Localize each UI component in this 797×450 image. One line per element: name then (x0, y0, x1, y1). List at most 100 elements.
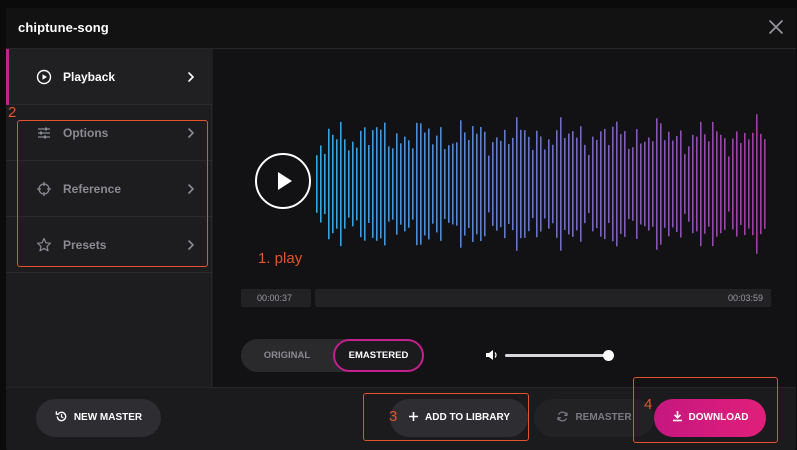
volume-icon[interactable] (485, 349, 499, 361)
download-label: DOWNLOAD (688, 412, 749, 423)
chevron-right-icon (188, 240, 195, 250)
waveform-bar (488, 155, 490, 213)
waveform-bar (600, 131, 602, 237)
waveform-bar (372, 130, 374, 238)
waveform-bar (536, 130, 538, 238)
waveform-bar (428, 128, 430, 240)
waveform-bar (492, 142, 494, 226)
waveform-bar (728, 156, 730, 212)
waveform-bar (520, 129, 522, 239)
remaster-button[interactable]: REMASTER (534, 399, 654, 437)
waveform-bar (696, 136, 698, 232)
waveform-bar (660, 123, 662, 245)
add-to-library-label: ADD TO LIBRARY (425, 412, 510, 423)
waveform-bar (584, 144, 586, 224)
waveform-bar (588, 154, 590, 214)
star-icon (36, 237, 52, 252)
waveform-bar (528, 136, 530, 232)
waveform-bar (392, 148, 394, 220)
play-circle-icon (36, 69, 52, 85)
window-title: chiptune-song (18, 20, 109, 35)
waveform-bar (680, 130, 682, 238)
waveform-bar (744, 132, 746, 236)
refresh-icon (557, 411, 568, 422)
waveform-bar (544, 149, 546, 219)
waveform-bar (752, 132, 754, 236)
volume-knob[interactable] (602, 350, 614, 361)
close-icon[interactable] (766, 17, 786, 37)
original-button[interactable]: ORIGINAL (241, 339, 333, 372)
waveform-bar (360, 130, 362, 238)
waveform[interactable] (316, 109, 769, 259)
waveform-bar (384, 122, 386, 246)
waveform-bar (460, 120, 462, 248)
waveform-bar (608, 145, 610, 223)
waveform-bar (496, 137, 498, 231)
waveform-bar (532, 149, 534, 219)
volume-fill (505, 354, 608, 357)
sidebar-item-presets[interactable]: Presets (6, 217, 212, 273)
waveform-bar (644, 141, 646, 227)
waveform-bar (720, 134, 722, 234)
chevron-right-icon (188, 184, 195, 194)
waveform-bar (748, 139, 750, 229)
waveform-bar (400, 143, 402, 225)
sidebar: Playback Options Reference Presets (6, 49, 212, 387)
waveform-bar (760, 133, 762, 235)
waveform-bar (692, 134, 694, 234)
waveform-bar (568, 133, 570, 235)
waveform-bar (508, 144, 510, 224)
waveform-bar (724, 138, 726, 230)
sliders-icon (38, 127, 50, 139)
waveform-bar (412, 148, 414, 220)
waveform-bar (732, 138, 734, 230)
waveform-bar (432, 144, 434, 224)
waveform-bar (376, 127, 378, 241)
waveform-bar (484, 131, 486, 237)
waveform-bar (640, 143, 642, 225)
play-icon (278, 172, 292, 190)
waveform-bar (448, 145, 450, 223)
waveform-bar (396, 133, 398, 235)
sidebar-item-label: Reference (63, 182, 122, 196)
history-icon (55, 411, 67, 422)
waveform-bar (704, 134, 706, 234)
sidebar-item-reference[interactable]: Reference (6, 161, 212, 217)
sidebar-item-options[interactable]: Options (6, 105, 212, 161)
waveform-bar (524, 130, 526, 238)
waveform-bar (424, 132, 426, 236)
waveform-bar (352, 141, 354, 227)
add-to-library-button[interactable]: ADD TO LIBRARY (390, 399, 528, 437)
waveform-bar (500, 140, 502, 228)
current-time: 00:00:37 (241, 289, 311, 307)
title-bar: chiptune-song (6, 8, 796, 49)
waveform-bar (740, 142, 742, 226)
waveform-bar (320, 145, 322, 223)
volume-slider[interactable] (505, 349, 617, 361)
waveform-bar (504, 129, 506, 239)
new-master-button[interactable]: NEW MASTER (36, 399, 161, 437)
chevron-right-icon (188, 72, 195, 82)
waveform-bar (736, 131, 738, 237)
new-master-label: NEW MASTER (73, 412, 143, 423)
waveform-bar (684, 154, 686, 214)
waveform-bar (688, 146, 690, 222)
waveform-bar (552, 144, 554, 224)
play-button[interactable] (255, 153, 311, 209)
original-remastered-toggle: ORIGINAL EMASTERED (241, 339, 424, 372)
remastered-button[interactable]: EMASTERED (333, 339, 424, 372)
waveform-bar (764, 139, 766, 229)
waveform-bar (628, 148, 630, 220)
waveform-bar (332, 134, 334, 234)
waveform-bar (464, 132, 466, 236)
waveform-bar (708, 141, 710, 227)
total-time: 00:03:59 (315, 289, 771, 307)
waveform-bar (476, 133, 478, 235)
waveform-bar (324, 153, 326, 215)
timeline[interactable]: 00:00:37 00:03:59 (241, 289, 771, 307)
download-icon (672, 411, 682, 422)
waveform-bar (672, 140, 674, 228)
waveform-bar (368, 145, 370, 223)
sidebar-item-playback[interactable]: Playback (6, 49, 212, 105)
download-button[interactable]: DOWNLOAD (654, 399, 766, 437)
